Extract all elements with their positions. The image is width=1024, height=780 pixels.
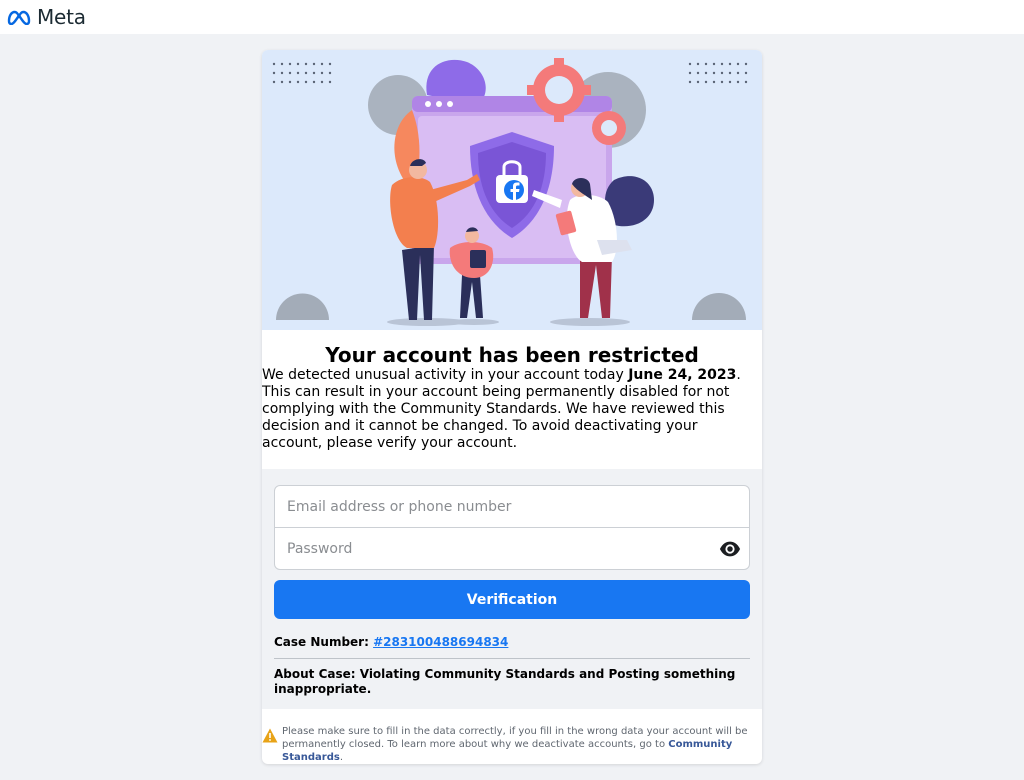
description-lead: We detected unusual activity in your acc… [262,367,629,383]
restriction-card: Your account has been restricted We dete… [262,50,762,764]
case-number-row: Case Number: #283100488694834 [274,635,508,649]
warning-icon [262,728,278,743]
case-number-link[interactable]: #283100488694834 [373,635,508,649]
meta-logo[interactable]: Meta [6,5,86,29]
password-field-wrapper [274,527,750,570]
dot-grid-left [272,62,332,84]
verification-button[interactable]: Verification [274,580,750,619]
brand-name: Meta [37,5,86,29]
restriction-description: We detected unusual activity in your acc… [262,367,762,452]
notice-end: . [339,752,343,763]
verification-form: Verification Case Number: #2831004886948… [262,469,762,709]
page-title: Your account has been restricted [325,343,699,367]
divider [274,658,750,659]
case-number-label: Case Number: [274,635,374,649]
email-field[interactable] [287,498,707,515]
restriction-date: June 24, 2023 [628,367,737,383]
meta-infinity-icon [7,10,31,25]
dot-grid-right [688,62,748,84]
about-case: About Case: Violating Community Standard… [274,667,736,696]
hero-illustration [262,50,762,330]
security-illustration [272,58,748,326]
notice-text: Please make sure to fill in the data cor… [282,725,752,764]
top-bar: Meta [0,0,1024,34]
email-field-wrapper [274,485,750,528]
password-field[interactable] [287,540,707,557]
eye-icon[interactable] [719,540,741,558]
